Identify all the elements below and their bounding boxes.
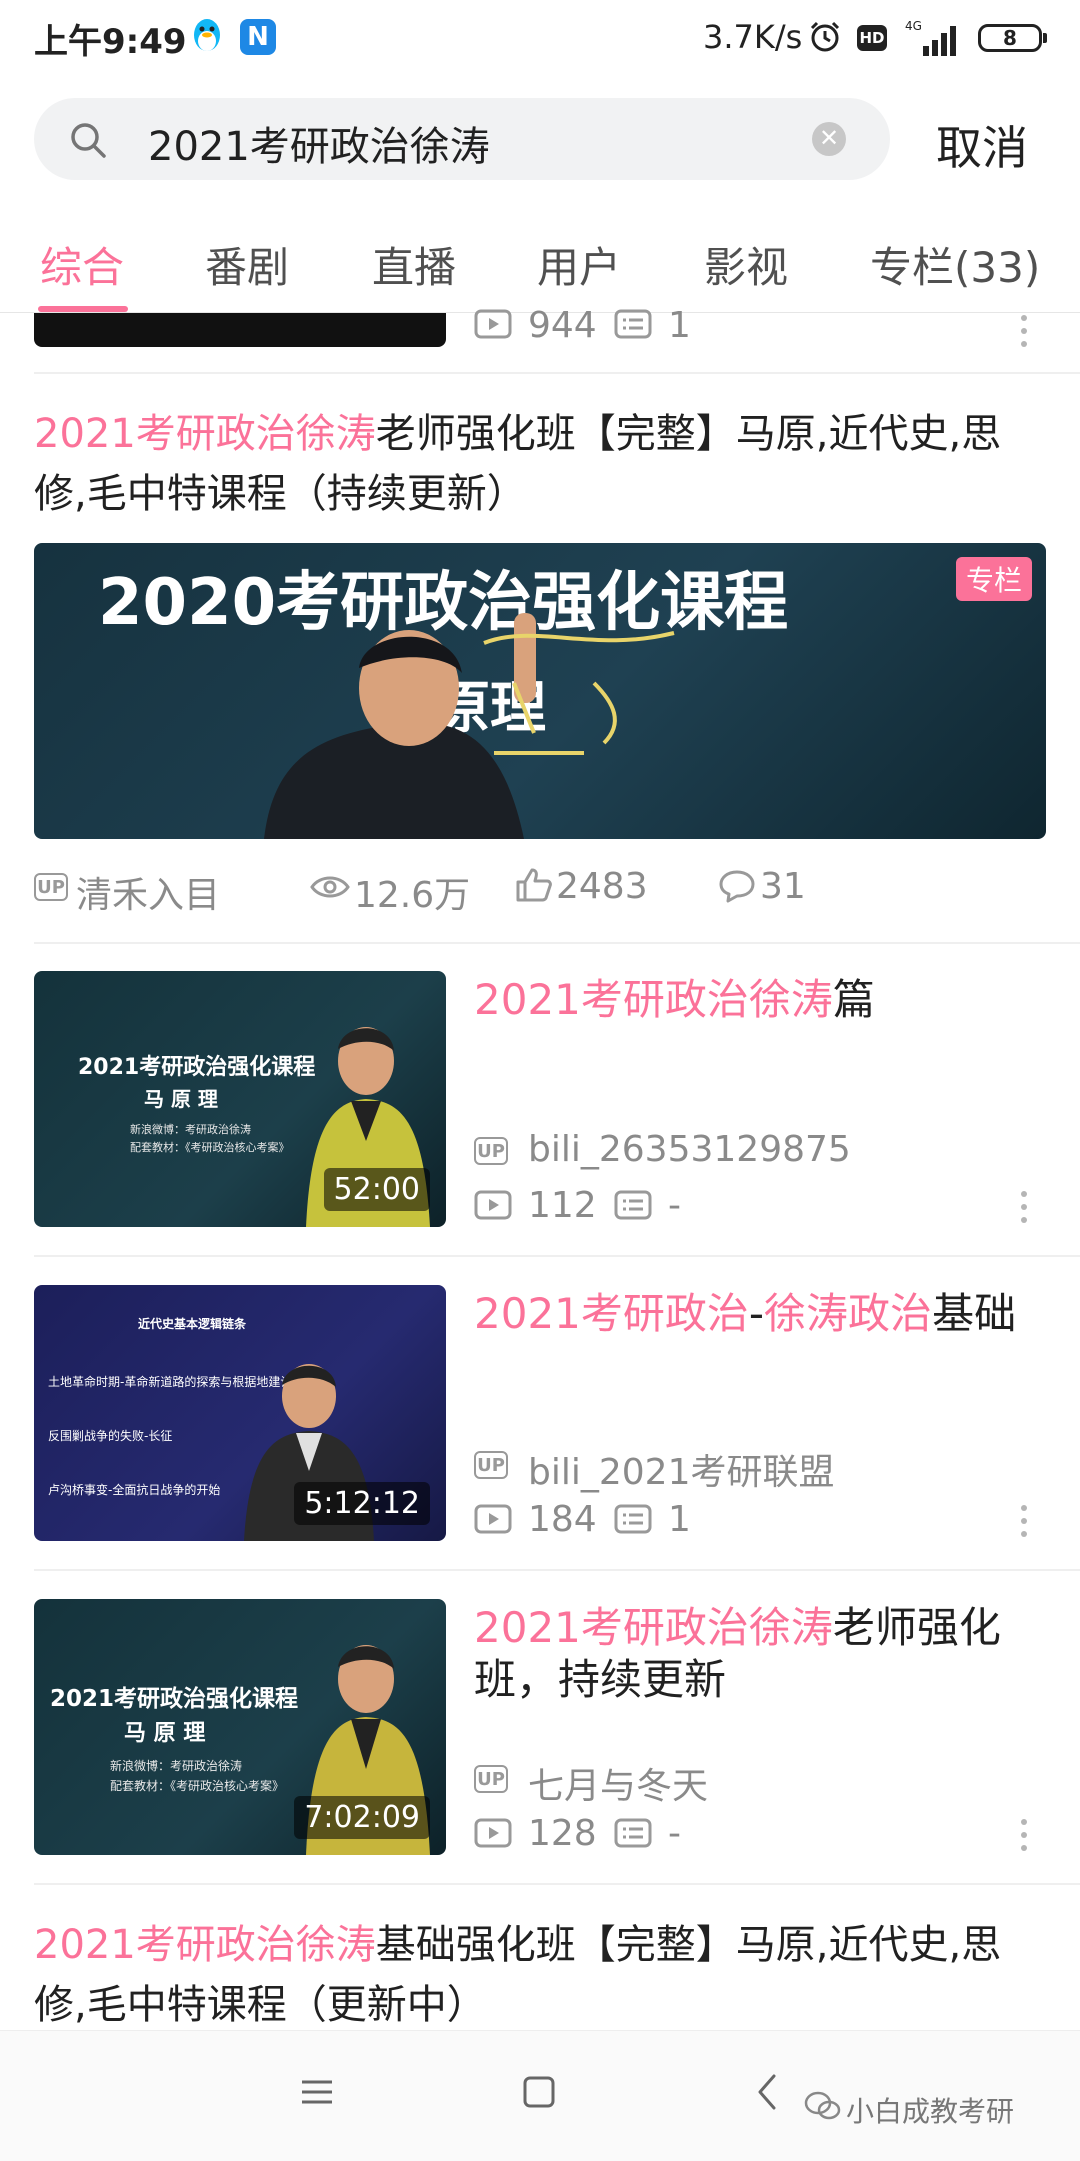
alarm-icon <box>810 21 840 52</box>
partial-plays: 944 <box>528 305 597 346</box>
video-danmaku: 1 <box>668 1499 691 1540</box>
article-views: 12.6万 <box>354 875 471 916</box>
views-eye-icon <box>310 876 350 898</box>
play-count-icon <box>474 1190 512 1220</box>
thumb-note: 配套教材：《考研政治核心考案》 <box>110 1779 285 1793</box>
article-title[interactable]: 2021考研政治徐涛老师强化班【完整】马原,近代史,思修,毛中特课程（持续更新） <box>34 404 1034 524</box>
back-icon[interactable] <box>754 2073 780 2111</box>
up-badge: UP <box>474 1765 508 1793</box>
thumb-note: 卢沟桥事变-全面抗日战争的开始 <box>48 1483 221 1497</box>
more-options-icon[interactable] <box>1018 311 1028 351</box>
divider <box>34 1883 1080 1885</box>
danmaku-count-icon <box>614 1818 652 1848</box>
tab-columns[interactable]: 专栏(33) <box>870 234 1040 295</box>
watermark: 小白成教考研 <box>846 2095 1015 2128</box>
up-badge: UP <box>34 873 68 901</box>
video-duration: 5:12:12 <box>294 1482 430 1525</box>
video-title[interactable]: 2021考研政治徐涛老师强化班，持续更新 <box>474 1602 1044 1706</box>
play-count-icon <box>474 309 512 339</box>
notification-app-icon: N <box>240 19 276 55</box>
cancel-button[interactable]: 取消 <box>936 112 1028 178</box>
partial-video-thumbnail[interactable] <box>34 313 446 347</box>
play-count-icon <box>474 1818 512 1848</box>
article-likes: 2483 <box>556 866 648 907</box>
article-author[interactable]: 清禾入目 <box>76 866 220 918</box>
search-input[interactable]: 2021考研政治徐涛 <box>148 114 490 172</box>
thumb-subtitle: 马 原 理 <box>144 1087 218 1111</box>
video-plays: 128 <box>528 1813 597 1854</box>
column-badge: 专栏 <box>955 557 1032 601</box>
search-icon <box>71 123 106 158</box>
article-comments: 31 <box>760 866 806 907</box>
video-author[interactable]: bili_26353129875 <box>528 1129 851 1170</box>
title-highlight: 2021考研政治徐涛 <box>34 1922 376 1968</box>
thumb-subtitle: 马 原 理 <box>124 1721 206 1746</box>
network-type: 4G <box>905 19 922 33</box>
video-title[interactable]: 2021考研政治徐涛篇 <box>474 974 1044 1026</box>
title-highlight: 2021考研政治徐涛 <box>474 975 833 1024</box>
video-thumbnail[interactable]: 近代史基本逻辑链条 土地革命时期-革命新道路的探索与根据地建设 反围剿战争的失败… <box>34 1285 446 1541</box>
hd-icon: HD <box>857 25 887 51</box>
title-rest: 篇 <box>832 975 875 1024</box>
partial-danmaku: 1 <box>668 305 691 346</box>
like-thumb-icon <box>516 868 552 902</box>
tab-users[interactable]: 用户 <box>537 234 621 295</box>
home-icon[interactable] <box>522 2075 556 2109</box>
article-title[interactable]: 2021考研政治徐涛基础强化班【完整】马原,近代史,思修,毛中特课程（更新中） <box>34 1915 1034 2035</box>
video-thumbnail[interactable]: 2021考研政治强化课程 马 原 理 新浪微博：考研政治徐涛 配套教材：《考研政… <box>34 971 446 1227</box>
thumb-title: 近代史基本逻辑链条 <box>138 1317 247 1331</box>
divider <box>34 1255 1080 1257</box>
title-highlight: 2021考研政治徐涛 <box>34 411 376 457</box>
thumb-note: 反围剿战争的失败-长征 <box>48 1429 173 1443</box>
title-highlight: 2021考研政治徐涛 <box>474 1603 833 1652</box>
qq-penguin-icon <box>194 19 220 51</box>
up-badge: UP <box>474 1137 508 1165</box>
title-highlight: 徐涛政治 <box>764 1289 933 1338</box>
net-speed: 3.7K/s <box>703 18 803 56</box>
danmaku-count-icon <box>614 309 652 339</box>
video-author[interactable]: 七月与冬天 <box>528 1757 708 1809</box>
video-duration: 52:00 <box>323 1168 430 1211</box>
play-count-icon <box>474 1504 512 1534</box>
divider <box>34 372 1080 374</box>
wechat-icon <box>804 2091 841 2120</box>
video-title[interactable]: 2021考研政治-徐涛政治基础 <box>474 1288 1044 1340</box>
title-rest: 基础 <box>932 1289 1017 1338</box>
more-options-icon[interactable] <box>1018 1187 1028 1227</box>
video-plays: 112 <box>528 1185 597 1226</box>
clear-search-icon[interactable]: ✕ <box>812 122 846 156</box>
video-thumbnail[interactable]: 2021考研政治强化课程 马 原 理 新浪微博：考研政治徐涛 配套教材：《考研政… <box>34 1599 446 1855</box>
more-options-icon[interactable] <box>1018 1501 1028 1541</box>
comment-bubble-icon <box>719 870 755 903</box>
thumb-note: 新浪微博：考研政治徐涛 <box>130 1123 251 1136</box>
title-rest: - <box>748 1289 765 1338</box>
tab-anime[interactable]: 番剧 <box>205 234 289 295</box>
battery-icon: 8 <box>978 24 1047 52</box>
danmaku-count-icon <box>614 1190 652 1220</box>
danmaku-count-icon <box>614 1504 652 1534</box>
clock: 上午9:49 <box>34 22 187 62</box>
article-banner[interactable]: 2020考研政治强化课程 原理 专栏 <box>34 543 1046 839</box>
status-bar: 上午9:49 N 3.7K/s HD 4G 8 <box>0 0 1080 80</box>
thumb-note: 配套教材：《考研政治核心考案》 <box>130 1141 290 1154</box>
up-badge: UP <box>474 1451 508 1479</box>
menu-icon[interactable] <box>300 2075 334 2109</box>
tab-live[interactable]: 直播 <box>372 234 456 295</box>
handwriting-marks <box>483 631 675 755</box>
video-danmaku: - <box>668 1185 681 1226</box>
title-highlight: 2021考研政治 <box>474 1289 749 1338</box>
video-plays: 184 <box>528 1499 597 1540</box>
tab-movies[interactable]: 影视 <box>704 234 788 295</box>
thumb-title: 2021考研政治强化课程 <box>78 1055 316 1080</box>
thumb-note: 新浪微博：考研政治徐涛 <box>110 1759 243 1773</box>
thumb-title: 2021考研政治强化课程 <box>50 1686 299 1712</box>
divider <box>34 942 1080 944</box>
tab-comprehensive[interactable]: 综合 <box>40 234 124 295</box>
signal-icon: 4G <box>905 19 956 56</box>
video-author[interactable]: bili_2021考研联盟 <box>528 1443 834 1495</box>
video-danmaku: - <box>668 1813 681 1854</box>
divider <box>34 1569 1080 1571</box>
more-options-icon[interactable] <box>1018 1815 1028 1855</box>
video-duration: 7:02:09 <box>294 1796 430 1839</box>
